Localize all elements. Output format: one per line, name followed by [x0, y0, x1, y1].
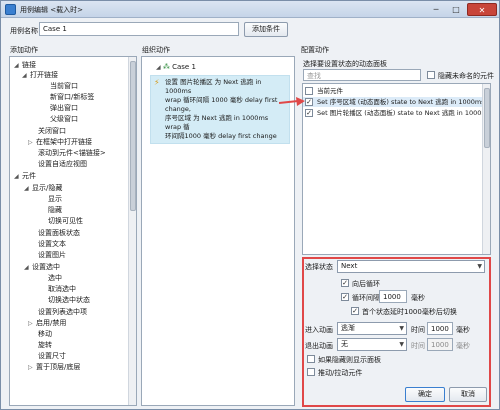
panel-state-list: 当前元件 ✓ Set 序号区域 (动态面板) state to Next 逃跑 … — [302, 83, 491, 255]
maximize-button[interactable]: □ — [447, 3, 465, 16]
scroll-thumb[interactable] — [484, 88, 490, 148]
tree-item[interactable]: 当前窗口 — [50, 81, 78, 91]
tree-item[interactable]: 设置面板状态 — [38, 228, 80, 238]
collapse-arrow-icon: ◢ — [22, 72, 27, 79]
tree-item[interactable]: 取消选中 — [48, 284, 76, 294]
left-scrollbar[interactable] — [128, 57, 136, 405]
case-name-input[interactable]: Case 1 — [39, 22, 239, 36]
add-action-tree: ◢ 链接 ◢ 打开链接 当前窗口 新窗口/新标签 弹出窗口 父级窗口 关闭窗口 ▷ 在… — [9, 56, 137, 406]
tree-item[interactable]: ◢ 显示/隐藏 — [24, 183, 62, 193]
tree-item[interactable]: 隐藏 — [48, 205, 62, 215]
tree-item[interactable]: 切换可见性 — [48, 216, 83, 226]
tree-item[interactable]: ◢ 链接 — [14, 60, 36, 70]
action-item[interactable]: ⚡ 设置 图片轮播区 为 Next 逃跑 in 1000ms wrap 循环间隔… — [150, 75, 290, 144]
tree-item[interactable]: 设置尺寸 — [38, 351, 66, 361]
tree-item[interactable]: 新窗口/新标签 — [50, 92, 94, 102]
search-input[interactable]: 查找 — [303, 69, 421, 81]
current-widget-checkbox[interactable] — [305, 87, 313, 95]
hide-unnamed-label: 隐藏未命名的元件 — [438, 72, 494, 80]
collapse-arrow-icon: ◢ — [24, 185, 29, 192]
add-condition-button[interactable]: 添加条件 — [244, 22, 288, 37]
case-editor-window: 用例编辑 <载入时> ─ □ ✕ 用例名称 Case 1 添加条件 添加动作 ◢… — [0, 0, 500, 410]
select-panel-subtitle: 选择要设置状态的动态面板 — [303, 60, 387, 68]
list-item[interactable]: ✓ Set 序号区域 (动态面板) state to Next 逃跑 in 10… — [303, 97, 490, 107]
organize-actions-title: 组织动作 — [142, 46, 170, 54]
window-title: 用例编辑 <载入时> — [20, 6, 83, 14]
configure-action-title: 配置动作 — [301, 46, 329, 54]
red-arrow-icon — [279, 97, 305, 106]
tree-item[interactable]: 设置文本 — [38, 239, 66, 249]
tree-item[interactable]: 选中 — [48, 273, 62, 283]
tree-item[interactable]: 移动 — [38, 329, 52, 339]
tree-item[interactable]: ◢ 元件 — [14, 171, 36, 181]
tree-item[interactable]: 旋转 — [38, 340, 52, 350]
tree-item[interactable]: ▷ 启用/禁用 — [28, 318, 66, 328]
tree-item[interactable]: ◢ 打开链接 — [22, 70, 58, 80]
tree-item[interactable]: ▷ 在框架中打开链接 — [28, 137, 92, 147]
tree-item[interactable]: 显示 — [48, 194, 62, 204]
right-scrollbar[interactable] — [482, 84, 490, 254]
tree-item[interactable]: 弹出窗口 — [50, 103, 78, 113]
list-item[interactable]: ✓ Set 图片轮播区 (动态面板) state to Next 逃跑 in 1… — [303, 108, 490, 118]
expand-arrow-icon: ▷ — [28, 364, 33, 371]
title-bar: 用例编辑 <载入时> ─ □ ✕ — [1, 1, 499, 18]
tree-item[interactable]: 设置图片 — [38, 250, 66, 260]
tree-item[interactable]: 设置列表选中项 — [38, 307, 87, 317]
checked-checkbox[interactable]: ✓ — [305, 109, 313, 117]
minimize-button[interactable]: ─ — [427, 3, 445, 16]
highlight-frame — [302, 257, 491, 407]
tree-item[interactable]: ◢ 设置选中 — [24, 262, 60, 272]
tree-item[interactable]: 关闭窗口 — [38, 126, 66, 136]
scroll-thumb[interactable] — [130, 61, 136, 211]
checked-checkbox[interactable]: ✓ — [305, 98, 313, 106]
tree-item[interactable]: 设置自适应视图 — [38, 159, 87, 169]
tree-item[interactable]: 滚动到元件<锚链接> — [38, 148, 106, 158]
organize-actions-pane: ◢ ⁂ Case 1 ⚡ 设置 图片轮播区 为 Next 逃跑 in 1000m… — [141, 56, 295, 406]
tree-item[interactable]: ▷ 置于顶层/底层 — [28, 362, 80, 372]
close-button[interactable]: ✕ — [467, 3, 497, 16]
list-item[interactable]: 当前元件 — [303, 86, 483, 96]
collapse-arrow-icon: ◢ — [24, 264, 29, 271]
tree-item[interactable]: 切换选中状态 — [48, 295, 90, 305]
expand-arrow-icon: ▷ — [28, 139, 33, 146]
tree-item[interactable]: 父级窗口 — [50, 114, 78, 124]
collapse-arrow-icon: ◢ — [14, 173, 19, 180]
case-node[interactable]: ◢ ⁂ Case 1 — [156, 63, 196, 71]
collapse-arrow-icon: ◢ — [156, 64, 161, 71]
case-name-label: 用例名称 — [10, 27, 38, 35]
expand-arrow-icon: ▷ — [28, 320, 33, 327]
case-icon: ⁂ — [162, 63, 170, 71]
app-icon — [5, 4, 16, 15]
add-action-title: 添加动作 — [10, 46, 38, 54]
hide-unnamed-checkbox[interactable] — [427, 71, 435, 79]
lightning-icon: ⚡ — [154, 78, 160, 87]
collapse-arrow-icon: ◢ — [14, 62, 19, 69]
